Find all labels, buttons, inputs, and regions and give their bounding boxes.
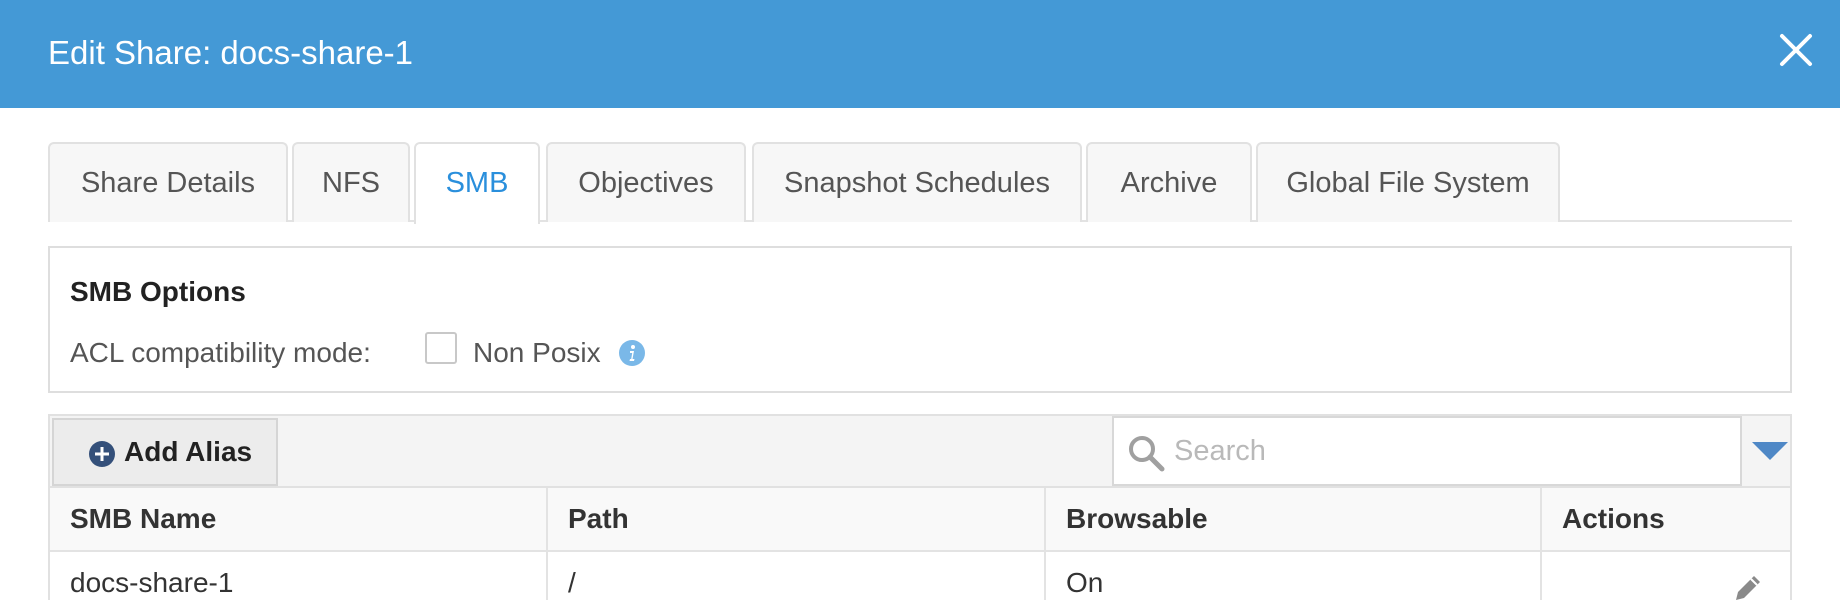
acl-compatibility-label: ACL compatibility mode:	[70, 337, 371, 368]
modal-header: Edit Share: docs-share-1	[0, 0, 1840, 108]
caret-down-icon[interactable]	[1750, 440, 1790, 462]
column-header-path[interactable]: Path	[548, 488, 1046, 550]
smb-options-panel: SMB Options ACL compatibility mode: Non …	[48, 246, 1792, 393]
tab-archive[interactable]: Archive	[1086, 142, 1252, 222]
search-input[interactable]	[1174, 418, 1734, 484]
tab-share-details[interactable]: Share Details	[48, 142, 288, 222]
tab-bar: Share Details NFS SMB Objectives Snapsho…	[48, 142, 1792, 224]
smb-options-title: SMB Options	[70, 276, 246, 307]
non-posix-label[interactable]: Non Posix	[473, 337, 601, 369]
tab-global-file-system[interactable]: Global File System	[1256, 142, 1560, 222]
close-button[interactable]	[1774, 28, 1818, 72]
pencil-icon[interactable]	[1732, 572, 1764, 600]
cell-path: /	[548, 552, 1046, 600]
search-box	[1112, 416, 1742, 486]
alias-table: SMB Name Path Browsable Actions docs-sha…	[48, 486, 1792, 600]
alias-toolbar: Add Alias	[48, 414, 1792, 486]
info-icon[interactable]	[618, 339, 646, 367]
table-row[interactable]: docs-share-1 / On	[50, 552, 1790, 600]
table-header-row: SMB Name Path Browsable Actions	[50, 488, 1790, 552]
tab-snapshot-schedules[interactable]: Snapshot Schedules	[752, 142, 1082, 222]
column-header-actions: Actions	[1562, 503, 1665, 534]
cell-actions	[1542, 552, 1790, 600]
close-icon	[1780, 34, 1812, 66]
add-alias-button[interactable]: Add Alias	[52, 418, 278, 486]
plus-circle-icon	[89, 441, 115, 467]
search-icon	[1129, 436, 1165, 472]
modal-title: Edit Share: docs-share-1	[48, 34, 414, 71]
column-header-smb-name[interactable]: SMB Name	[50, 488, 548, 550]
column-header-browsable[interactable]: Browsable	[1046, 488, 1542, 550]
tab-nfs[interactable]: NFS	[292, 142, 410, 222]
add-alias-label: Add Alias	[124, 436, 253, 467]
cell-smb-name: docs-share-1	[50, 552, 548, 600]
tab-smb[interactable]: SMB	[414, 142, 540, 224]
tab-objectives[interactable]: Objectives	[546, 142, 746, 222]
non-posix-checkbox[interactable]	[425, 332, 457, 364]
cell-browsable: On	[1046, 552, 1542, 600]
